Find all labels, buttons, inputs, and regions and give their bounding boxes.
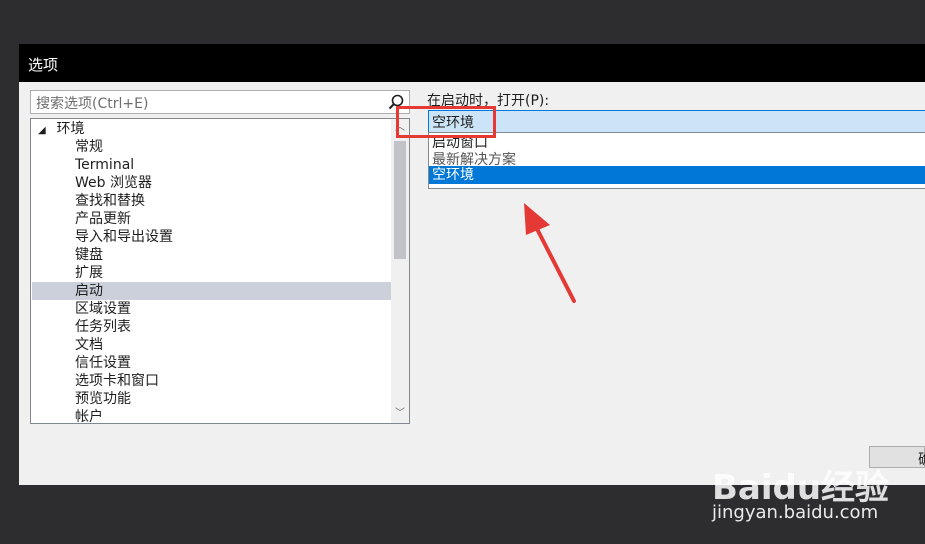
tree-item-label: 启动 [75, 283, 103, 299]
tree-item-label: 信任设置 [75, 355, 131, 371]
tree-item[interactable]: 帐户 [32, 408, 409, 424]
tree-item-label: 文档 [75, 337, 103, 353]
tree-item[interactable]: 区域设置 [32, 300, 409, 318]
tree-item-environment[interactable]: ◢ 环境 [32, 120, 393, 138]
left-pane: 搜索选项(Ctrl+E) ◢ 环境 常规 Terminal Web 浏览器 查找和替换… [30, 90, 410, 424]
tree-item[interactable]: 查找和替换 [32, 192, 409, 210]
tree-item[interactable]: 产品更新 [32, 210, 409, 228]
tree-item-label: Web 浏览器 [75, 175, 152, 191]
tree-item-label: 选项卡和窗口 [75, 373, 159, 389]
tree-item[interactable]: 任务列表 [32, 318, 409, 336]
tree-item[interactable]: 常规 [32, 138, 409, 156]
tree-item-label: Terminal [75, 157, 135, 173]
tree-item-label: 查找和替换 [75, 193, 145, 209]
tree-item-label: 产品更新 [75, 211, 131, 227]
baidu-watermark: Baidu经验 jingyan.baidu.com [712, 450, 925, 544]
tree-item[interactable]: Web 浏览器 [32, 174, 409, 192]
tree-item-label: 扩展 [75, 265, 103, 281]
tree-item-label: 预览功能 [75, 391, 131, 407]
tree-item[interactable]: 键盘 [32, 246, 409, 264]
tree-item[interactable]: 文档 [32, 336, 409, 354]
tree-item[interactable]: 导入和导出设置 [32, 228, 409, 246]
tree-item[interactable]: 信任设置 [32, 354, 409, 372]
tree-item-label: 环境 [56, 121, 85, 137]
tree-item-label: 导入和导出设置 [75, 229, 173, 245]
watermark-url: jingyan.baidu.com [712, 502, 879, 523]
tree-item-label: 任务列表 [75, 319, 131, 335]
scroll-down-icon[interactable]: ﹀ [391, 405, 409, 423]
search-placeholder: 搜索选项(Ctrl+E) [36, 96, 149, 112]
tree-item[interactable]: 预览功能 [32, 390, 409, 408]
tree-item[interactable]: 启动 [32, 282, 409, 300]
dialog-title: 选项 [28, 56, 59, 74]
startup-dropdown-list[interactable]: 启动窗口 最新解决方案 空环境 [428, 132, 925, 189]
tree-item[interactable]: 扩展 [32, 264, 409, 282]
tree-item[interactable]: Terminal [32, 156, 409, 174]
tree-item-label: 帐户 [75, 409, 103, 424]
annotation-arrow-icon [524, 203, 576, 303]
tree-item-label: 区域设置 [75, 301, 131, 317]
startup-select[interactable]: 空环境 [428, 110, 925, 133]
annotation-highlight-box [396, 106, 496, 138]
right-pane: 在启动时，打开(P): 空环境 启动窗口 最新解决方案 空环境 [427, 90, 925, 424]
scroll-thumb[interactable] [394, 141, 406, 259]
tree-item-label: 键盘 [75, 247, 103, 263]
option-empty-environment[interactable]: 空环境 [429, 166, 925, 184]
tree-scrollbar[interactable]: ︿ ﹀ [391, 119, 409, 423]
options-tree[interactable]: ◢ 环境 常规 Terminal Web 浏览器 查找和替换产品更新导入和导出设置 键盘… [30, 118, 410, 424]
option-start-window[interactable]: 启动窗口 [429, 134, 925, 152]
title-bar: 选项 [19, 44, 925, 82]
tree-item[interactable]: 选项卡和窗口 [32, 372, 409, 390]
tree-item-label: 常规 [75, 139, 103, 155]
search-input[interactable]: 搜索选项(Ctrl+E) [30, 90, 410, 114]
